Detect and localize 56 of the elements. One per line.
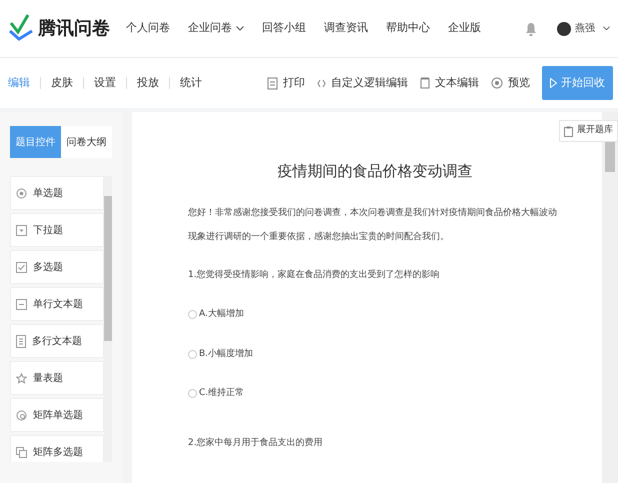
code-icon — [317, 78, 326, 88]
question-title: 1.您觉得受疫情影响，家庭在食品消费的支出受到了怎样的影响 — [188, 268, 441, 282]
stacked-squares-icon — [16, 446, 27, 458]
toolbar-button[interactable]: 文本编辑 — [420, 74, 479, 92]
page-scrollbar[interactable] — [602, 112, 618, 483]
radio-button[interactable] — [188, 310, 197, 320]
radio-button[interactable] — [188, 350, 197, 359]
eye-icon — [491, 77, 503, 89]
nav-link[interactable]: 企业问卷 — [188, 20, 244, 37]
double-circle-icon — [16, 410, 27, 420]
editor-tab[interactable]: 统计 — [180, 74, 202, 92]
nav-link[interactable]: 调查资讯 — [324, 20, 368, 37]
checkbox-icon — [16, 262, 27, 272]
avatar[interactable] — [557, 22, 571, 36]
question-type-item[interactable]: 多选题 — [10, 250, 104, 284]
toolbar-button[interactable]: 自定义逻辑编辑 — [317, 74, 408, 92]
nav-link[interactable]: 回答小组 — [262, 20, 306, 37]
question-type-item[interactable]: 量表题 — [10, 361, 104, 395]
nav-link[interactable]: 个人问卷 — [126, 20, 170, 37]
nav-link[interactable]: 帮助中心 — [386, 20, 430, 37]
radio-icon — [16, 188, 27, 198]
text-lines-icon — [16, 334, 26, 348]
question-type-item[interactable]: 矩阵单选题 — [10, 398, 104, 432]
answer-option[interactable]: B.小幅度增加 — [188, 348, 562, 361]
bell-icon[interactable] — [525, 22, 537, 36]
play-icon — [550, 78, 557, 88]
user-name[interactable]: 燕强 — [575, 21, 595, 36]
survey-title: 疫情期间的食品价格变动调查 — [276, 161, 474, 182]
panel-tab[interactable]: 问卷大纲 — [61, 126, 112, 158]
editor-tab[interactable]: 编辑 — [8, 74, 30, 92]
editor-tab[interactable]: 设置 — [94, 74, 116, 92]
answer-option[interactable]: C.维持正常 — [188, 387, 562, 400]
star-icon — [16, 372, 27, 384]
radio-button[interactable] — [188, 389, 197, 398]
question-type-item[interactable]: 矩阵多选题 — [10, 435, 104, 462]
answer-option[interactable]: A.大幅增加 — [188, 308, 562, 322]
chevron-down-icon — [603, 26, 610, 31]
nav-link[interactable]: 企业版 — [448, 20, 481, 37]
toolbar-button[interactable]: 打印 — [267, 74, 305, 92]
question-type-item[interactable]: 下拉题 — [10, 213, 104, 247]
chevron-down-icon — [236, 26, 244, 31]
editor-tab[interactable]: 皮肤 — [51, 74, 73, 92]
scrollbar[interactable] — [104, 176, 112, 462]
dropdown-icon — [16, 224, 27, 236]
editor-tab[interactable]: 投放 — [137, 74, 159, 92]
question-type-item[interactable]: 单行文本题 — [10, 287, 104, 321]
survey-intro: 您好！非常感谢您接受我们的问卷调查，本次问卷调查是我们针对疫情期间食品价格大幅波动现象进行调研的一个重要依据，感谢您抽出宝贵的时间配合我们。 — [188, 206, 558, 244]
toolbar-button[interactable]: 预览 — [491, 74, 530, 92]
clipboard-icon — [564, 126, 573, 136]
brand-name: 腾讯问卷 — [38, 17, 110, 41]
printer-icon — [267, 76, 278, 90]
question-type-item[interactable]: 单选题 — [10, 176, 104, 210]
question-title: 2.您家中每月用于食品支出的费用 — [188, 436, 324, 450]
question-bank-tab[interactable]: 展开题库 — [559, 120, 618, 142]
document-icon — [420, 77, 430, 89]
question-type-item[interactable]: 多行文本题 — [10, 324, 104, 358]
